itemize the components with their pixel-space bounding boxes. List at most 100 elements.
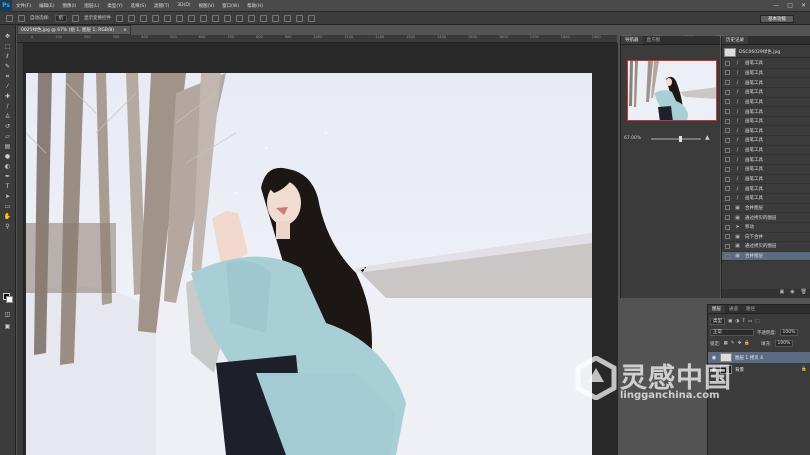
align-right-icon[interactable] [176, 14, 184, 22]
opacity-input[interactable]: 100% [779, 329, 799, 336]
history-brush-tool-icon[interactable]: ↺ [3, 122, 12, 131]
lasso-tool-icon[interactable]: ℓ [3, 52, 12, 61]
tab-history[interactable]: 历史记录 [722, 36, 748, 44]
history-brush-source-checkbox[interactable] [725, 80, 730, 86]
history-item[interactable]: ▣ 合并图层 [722, 251, 810, 262]
history-item[interactable]: ∕ 画笔工具 [722, 98, 810, 108]
distribute-middle-icon[interactable] [200, 14, 208, 22]
align-center-icon[interactable] [164, 14, 172, 22]
history-brush-source-checkbox[interactable] [725, 253, 730, 259]
eraser-tool-icon[interactable]: ▱ [3, 132, 12, 141]
blend-mode-select[interactable]: 正常 [710, 329, 754, 336]
history-item[interactable]: ∕ 画笔工具 [722, 155, 810, 166]
history-brush-source-checkbox[interactable] [725, 147, 730, 153]
history-item[interactable]: ∕ 画笔工具 [722, 69, 810, 79]
filter-adjustment-icon[interactable]: ◑ [735, 319, 739, 324]
history-brush-source-checkbox[interactable] [725, 224, 730, 230]
distribute-top-icon[interactable] [188, 14, 196, 22]
quick-mask-icon[interactable]: ◫ [3, 310, 12, 319]
filter-shape-icon[interactable]: ▭ [748, 319, 752, 324]
zoom-in-icon[interactable]: ▲ [705, 134, 710, 141]
history-item[interactable]: ∕ 画笔工具 [722, 107, 810, 117]
history-brush-source-checkbox[interactable] [725, 89, 730, 95]
history-brush-source-checkbox[interactable] [725, 195, 730, 201]
history-item[interactable]: ∕ 画笔工具 [722, 59, 810, 69]
history-brush-source-checkbox[interactable] [725, 118, 730, 124]
close-button[interactable]: ✕ [801, 2, 806, 9]
lock-position-icon[interactable]: ✥ [738, 341, 742, 346]
lock-image-icon[interactable]: ✎ [731, 341, 735, 346]
history-item[interactable]: ∕ 画笔工具 [722, 175, 810, 185]
clone-stamp-tool-icon[interactable]: ♙ [3, 112, 12, 121]
crop-tool-icon[interactable]: ⌗ [3, 72, 12, 81]
distribute-bottom-icon[interactable] [212, 14, 220, 22]
history-item[interactable]: ▣ 合并图层 [722, 204, 810, 214]
navigator-zoom-slider[interactable] [651, 136, 701, 142]
distribute-left-icon[interactable] [224, 14, 232, 22]
menu-item[interactable]: 图像(I) [58, 3, 80, 9]
zoom-tool-icon[interactable]: ⚲ [3, 222, 12, 231]
history-brush-source-checkbox[interactable] [725, 186, 730, 192]
move-tool-preset-icon[interactable] [6, 14, 13, 22]
healing-brush-tool-icon[interactable]: ✚ [3, 92, 12, 101]
auto-select-checkbox[interactable] [18, 14, 25, 22]
history-item[interactable]: ▣ 通过拷贝的图层 [722, 213, 810, 223]
auto-select-dropdown[interactable]: 组 [54, 14, 68, 22]
history-item[interactable]: ∕ 画笔工具 [722, 126, 810, 137]
quick-select-tool-icon[interactable]: ✎ [3, 62, 12, 71]
history-brush-source-checkbox[interactable] [725, 166, 730, 172]
history-brush-source-checkbox[interactable] [725, 176, 730, 182]
menu-item[interactable]: 视图(V) [195, 3, 219, 9]
history-brush-source-checkbox[interactable] [725, 128, 730, 134]
pen-tool-icon[interactable]: ✒ [3, 172, 12, 181]
filter-pixel-icon[interactable]: ▣ [728, 319, 732, 324]
menu-item[interactable]: 帮助(H) [243, 3, 267, 9]
menu-item[interactable]: 窗口(W) [218, 3, 243, 9]
history-brush-source-checkbox[interactable] [725, 109, 730, 115]
lock-transparent-icon[interactable]: ▦ [724, 341, 728, 346]
tab-channels[interactable]: 通道 [725, 305, 742, 313]
menu-item[interactable]: 图层(L) [80, 3, 103, 9]
history-brush-source-checkbox[interactable] [725, 137, 730, 143]
layer-kind-filter[interactable]: 类型 [710, 318, 725, 325]
document-image[interactable] [26, 73, 592, 455]
history-brush-source-checkbox[interactable] [725, 70, 730, 76]
distribute-center-icon[interactable] [236, 14, 244, 22]
blur-tool-icon[interactable]: ● [3, 152, 12, 161]
history-brush-source-checkbox[interactable] [725, 215, 730, 221]
history-item[interactable]: ∕ 画笔工具 [722, 194, 810, 204]
lock-all-icon[interactable]: 🔒 [744, 341, 750, 346]
history-item[interactable]: ∕ 画笔工具 [722, 146, 810, 156]
rectangle-tool-icon[interactable]: ▭ [3, 202, 12, 211]
history-brush-source-checkbox[interactable] [725, 60, 730, 66]
workspace-switcher[interactable]: 基本功能 [760, 15, 794, 23]
auto-align-icon[interactable] [260, 14, 268, 22]
marquee-tool-icon[interactable]: ⬚ [3, 42, 12, 51]
history-snapshot[interactable]: DSC06029绿色.jpg [722, 47, 810, 58]
background-color-swatch[interactable] [6, 296, 13, 303]
distribute-right-icon[interactable] [248, 14, 256, 22]
tab-paths[interactable]: 路径 [742, 305, 759, 313]
dodge-tool-icon[interactable]: ◐ [3, 162, 12, 171]
3d-mode-icon[interactable] [272, 14, 280, 22]
navigator-zoom-value[interactable]: 67.00% [624, 136, 641, 141]
zoom-slider-knob[interactable] [678, 136, 682, 142]
history-brush-source-checkbox[interactable] [725, 205, 730, 211]
menu-item[interactable]: 选择(S) [127, 3, 150, 9]
history-item[interactable]: ➤ 移动 [722, 223, 810, 233]
history-brush-source-checkbox[interactable] [725, 157, 730, 163]
gradient-tool-icon[interactable]: ▤ [3, 142, 12, 151]
hand-tool-icon[interactable]: ✋ [3, 212, 12, 221]
maximize-button[interactable]: □ [787, 2, 793, 9]
history-brush-source-checkbox[interactable] [725, 234, 730, 240]
align-left-icon[interactable] [152, 14, 160, 22]
3d-rotate-icon[interactable] [284, 14, 292, 22]
brush-tool-icon[interactable]: ∕ [3, 102, 12, 111]
close-document-icon[interactable]: × [123, 26, 127, 34]
3d-pan-icon[interactable] [296, 14, 304, 22]
history-item[interactable]: ∕ 画笔工具 [722, 117, 810, 127]
new-snapshot-icon[interactable]: ◉ [790, 289, 794, 298]
type-tool-icon[interactable]: T [3, 182, 12, 191]
history-item[interactable]: ∕ 画笔工具 [722, 136, 810, 146]
filter-type-icon[interactable]: T [742, 319, 745, 324]
